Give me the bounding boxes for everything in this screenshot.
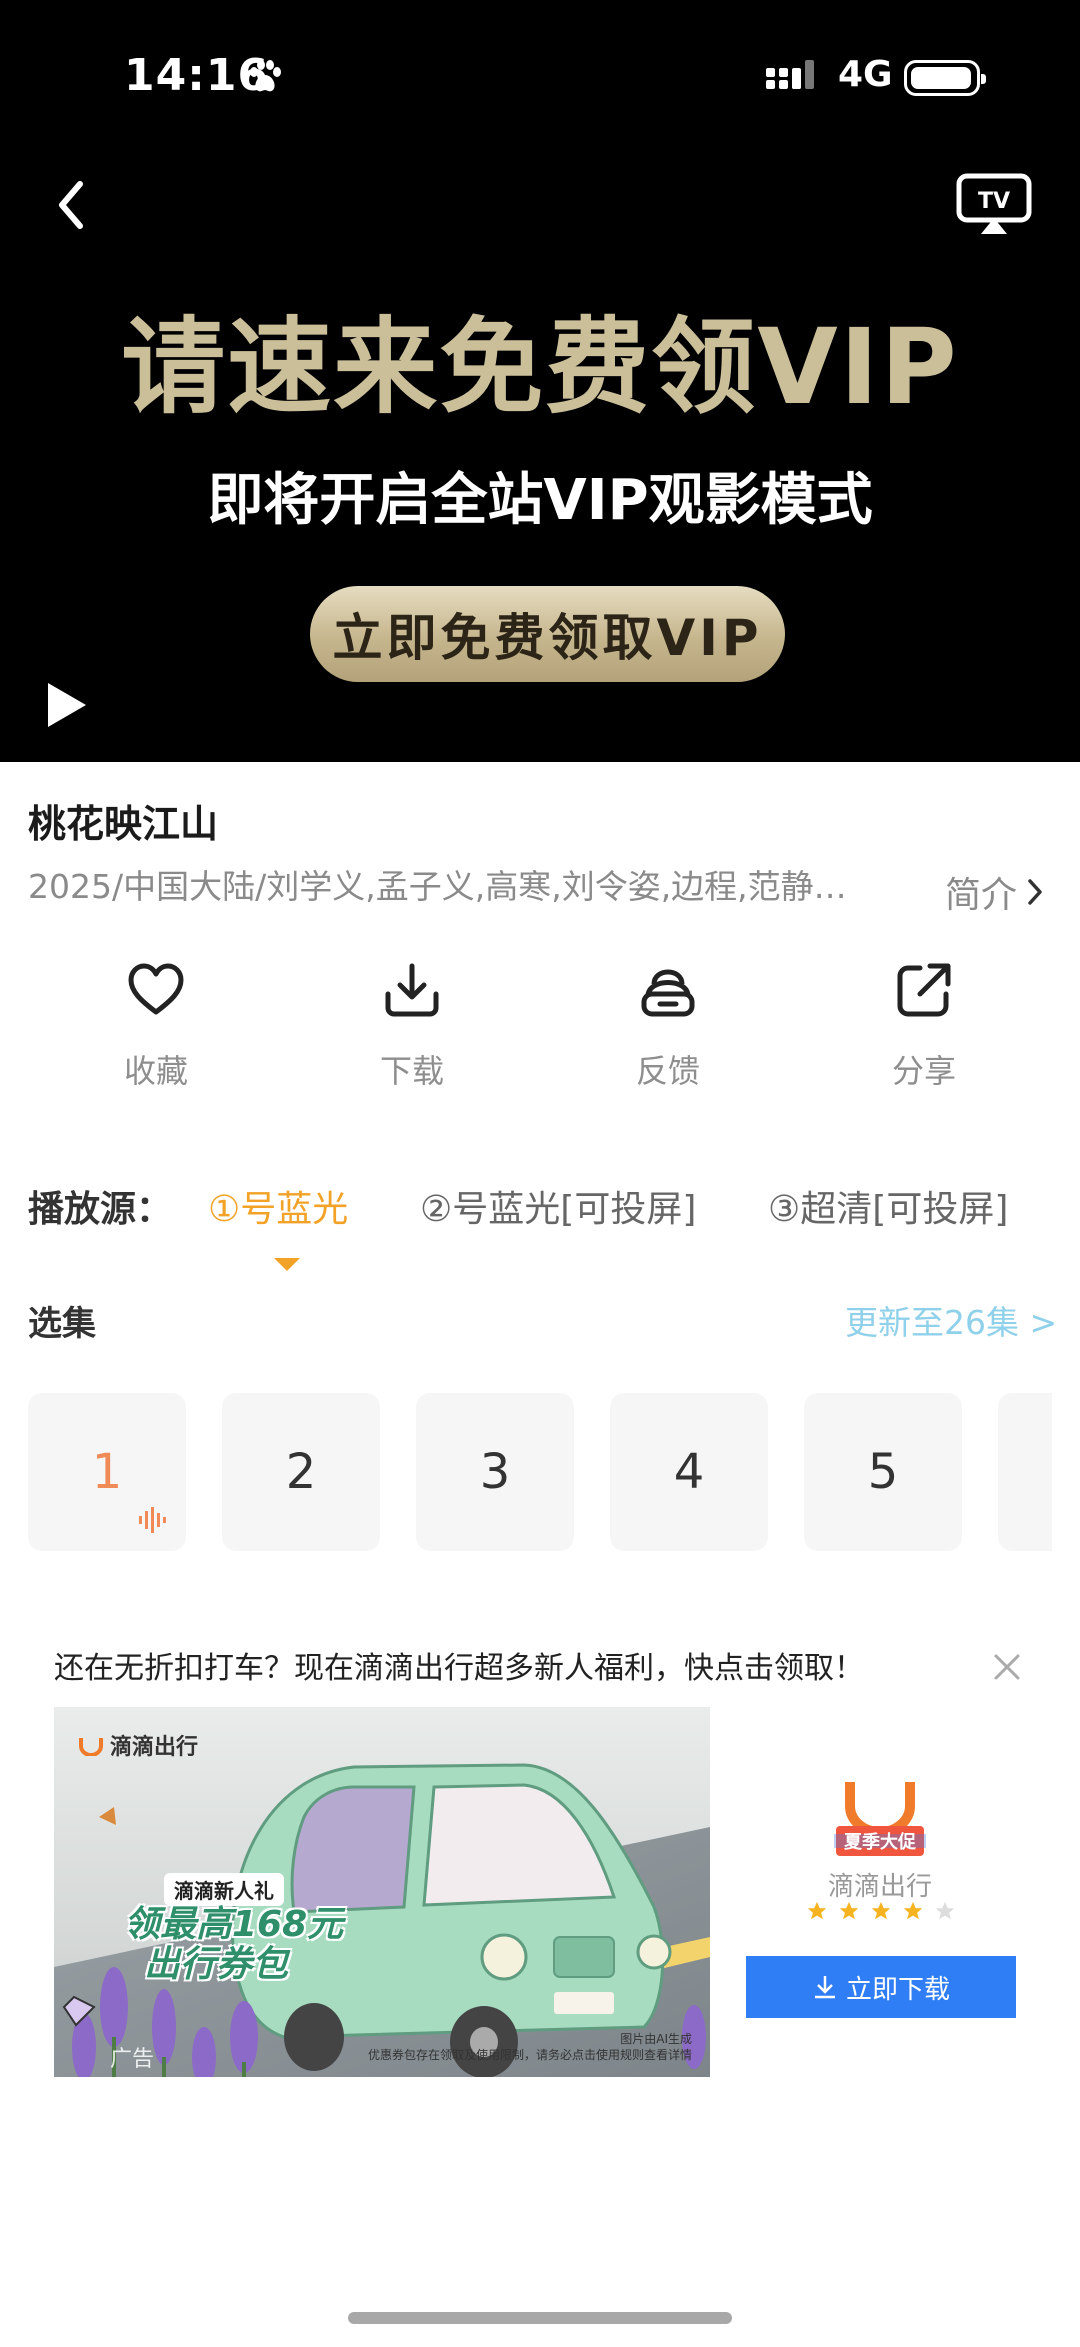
share-label: 分享 xyxy=(891,1052,956,1090)
cast-tv-icon[interactable]: TV xyxy=(955,172,1033,238)
ad-tag: 广告 xyxy=(110,2047,155,2072)
episode-1[interactable]: 1 xyxy=(28,1393,186,1551)
app-download-label: 立即下载 xyxy=(845,1974,950,2005)
star-icon xyxy=(839,1901,859,1920)
close-icon[interactable] xyxy=(990,1650,1024,1684)
intro-link[interactable]: 简介 xyxy=(945,866,1043,918)
source-label: 播放源： xyxy=(28,1189,173,1230)
favorite-label: 收藏 xyxy=(123,1052,188,1090)
episode-5[interactable]: 5 xyxy=(804,1393,962,1551)
ad-image[interactable]: 滴滴出行 滴滴新人礼 领最高168元 出行券包 图片由AI生成 优惠券包存在领取… xyxy=(54,1707,710,2077)
signal-icon xyxy=(766,60,814,89)
feedback-icon xyxy=(641,969,695,1017)
action-bar: 收藏 下载 反馈 分享 xyxy=(0,960,1080,1110)
play-icon[interactable] xyxy=(44,680,88,730)
ad-badge: 滴滴新人礼 xyxy=(164,1873,284,1906)
episode-number: 5 xyxy=(867,1444,899,1500)
episode-2[interactable]: 2 xyxy=(222,1393,380,1551)
episode-number: 2 xyxy=(285,1444,317,1500)
app-name: 滴滴出行 xyxy=(827,1872,932,1902)
download-label: 下载 xyxy=(379,1052,444,1090)
source-selector: 播放源： ①号蓝光 ②号蓝光[可投屏] ③超清[可投屏] xyxy=(0,1180,1080,1260)
star-icon xyxy=(903,1901,923,1920)
feedback-label: 反馈 xyxy=(635,1052,700,1090)
show-title: 桃花映江山 xyxy=(28,802,219,846)
ad-headline: 领最高168元 出行券包 xyxy=(124,1905,343,1985)
promo-title: 请速来免费领VIP xyxy=(121,306,959,428)
ad-brand-logo: 滴滴出行 xyxy=(78,1729,198,1761)
promo-subtitle: 即将开启全站VIP观影模式 xyxy=(207,468,873,533)
star-icon xyxy=(807,1901,827,1920)
download-icon xyxy=(385,963,439,1017)
episode-number: 1 xyxy=(91,1444,123,1500)
app-rating xyxy=(806,1900,956,1922)
app-download-button[interactable]: 立即下载 xyxy=(746,1956,1016,2018)
favorite-button[interactable]: 收藏 xyxy=(66,960,246,1092)
battery-icon xyxy=(904,60,986,96)
episode-number: 4 xyxy=(673,1444,705,1500)
source-tab-1[interactable]: ①号蓝光 xyxy=(208,1180,348,1232)
app-icon[interactable]: 夏季大促 xyxy=(834,1776,926,1860)
app-icon-label: 夏季大促 xyxy=(844,1832,916,1853)
active-source-indicator xyxy=(274,1258,300,1271)
episodes-update-link[interactable]: 更新至26集 > xyxy=(845,1296,1057,1344)
episode-6[interactable] xyxy=(998,1393,1052,1551)
back-icon[interactable] xyxy=(44,170,100,240)
share-icon xyxy=(897,963,951,1017)
feedback-button[interactable]: 反馈 xyxy=(578,960,758,1092)
playing-wave-icon xyxy=(139,1507,166,1533)
ad-headline-line-1: 领最高168元 xyxy=(124,1904,344,1945)
video-player[interactable]: 14:16 4G TV 请速来免费领VIP 即将开启全站VIP观影模式 立即免费… xyxy=(0,0,1080,762)
status-bar: 14:16 4G xyxy=(0,0,1080,150)
ad-headline-line-2: 出行券包 xyxy=(144,1944,289,1985)
claim-vip-button[interactable]: 立即免费领取VIP xyxy=(310,586,785,682)
episode-list: 1 2 3 4 5 xyxy=(28,1393,1052,1553)
episode-3[interactable]: 3 xyxy=(416,1393,574,1551)
didi-logo-icon xyxy=(79,1738,103,1756)
download-icon xyxy=(814,1976,835,1999)
episode-4[interactable]: 4 xyxy=(610,1393,768,1551)
ad-brand-text: 滴滴出行 xyxy=(110,1735,199,1760)
home-indicator[interactable] xyxy=(348,2312,732,2324)
paw-icon xyxy=(250,60,281,92)
ad-disclaimer-text: 优惠券包存在领取及使用限制，请务必点击使用规则查看详情 xyxy=(367,2048,692,2062)
star-icon xyxy=(871,1901,891,1920)
download-button[interactable]: 下载 xyxy=(322,960,502,1092)
show-meta: 2025/中国大陆/刘学义,孟子义,高寒,刘令姿,边程,范静… xyxy=(28,867,847,906)
chevron-right-icon xyxy=(1028,879,1042,905)
source-tab-3[interactable]: ③超清[可投屏] xyxy=(768,1180,1008,1232)
episodes-label: 选集 xyxy=(28,1304,96,1344)
star-empty-icon xyxy=(935,1901,955,1920)
source-tab-2[interactable]: ②号蓝光[可投屏] xyxy=(420,1180,696,1232)
ad-image-note: 图片由AI生成 xyxy=(620,2032,692,2046)
share-button[interactable]: 分享 xyxy=(834,960,1014,1092)
ad-text[interactable]: 还在无折扣打车？现在滴滴出行超多新人福利，快点击领取！ xyxy=(54,1643,864,1687)
ad-disclaimer: 图片由AI生成 优惠券包存在领取及使用限制，请务必点击使用规则查看详情 xyxy=(368,2031,692,2063)
heart-icon xyxy=(128,963,184,1015)
ad-illustration xyxy=(54,1707,710,2077)
episode-number: 3 xyxy=(479,1444,511,1500)
intro-label: 简介 xyxy=(945,875,1018,916)
network-type: 4G xyxy=(838,54,893,95)
svg-text:TV: TV xyxy=(978,189,1010,214)
